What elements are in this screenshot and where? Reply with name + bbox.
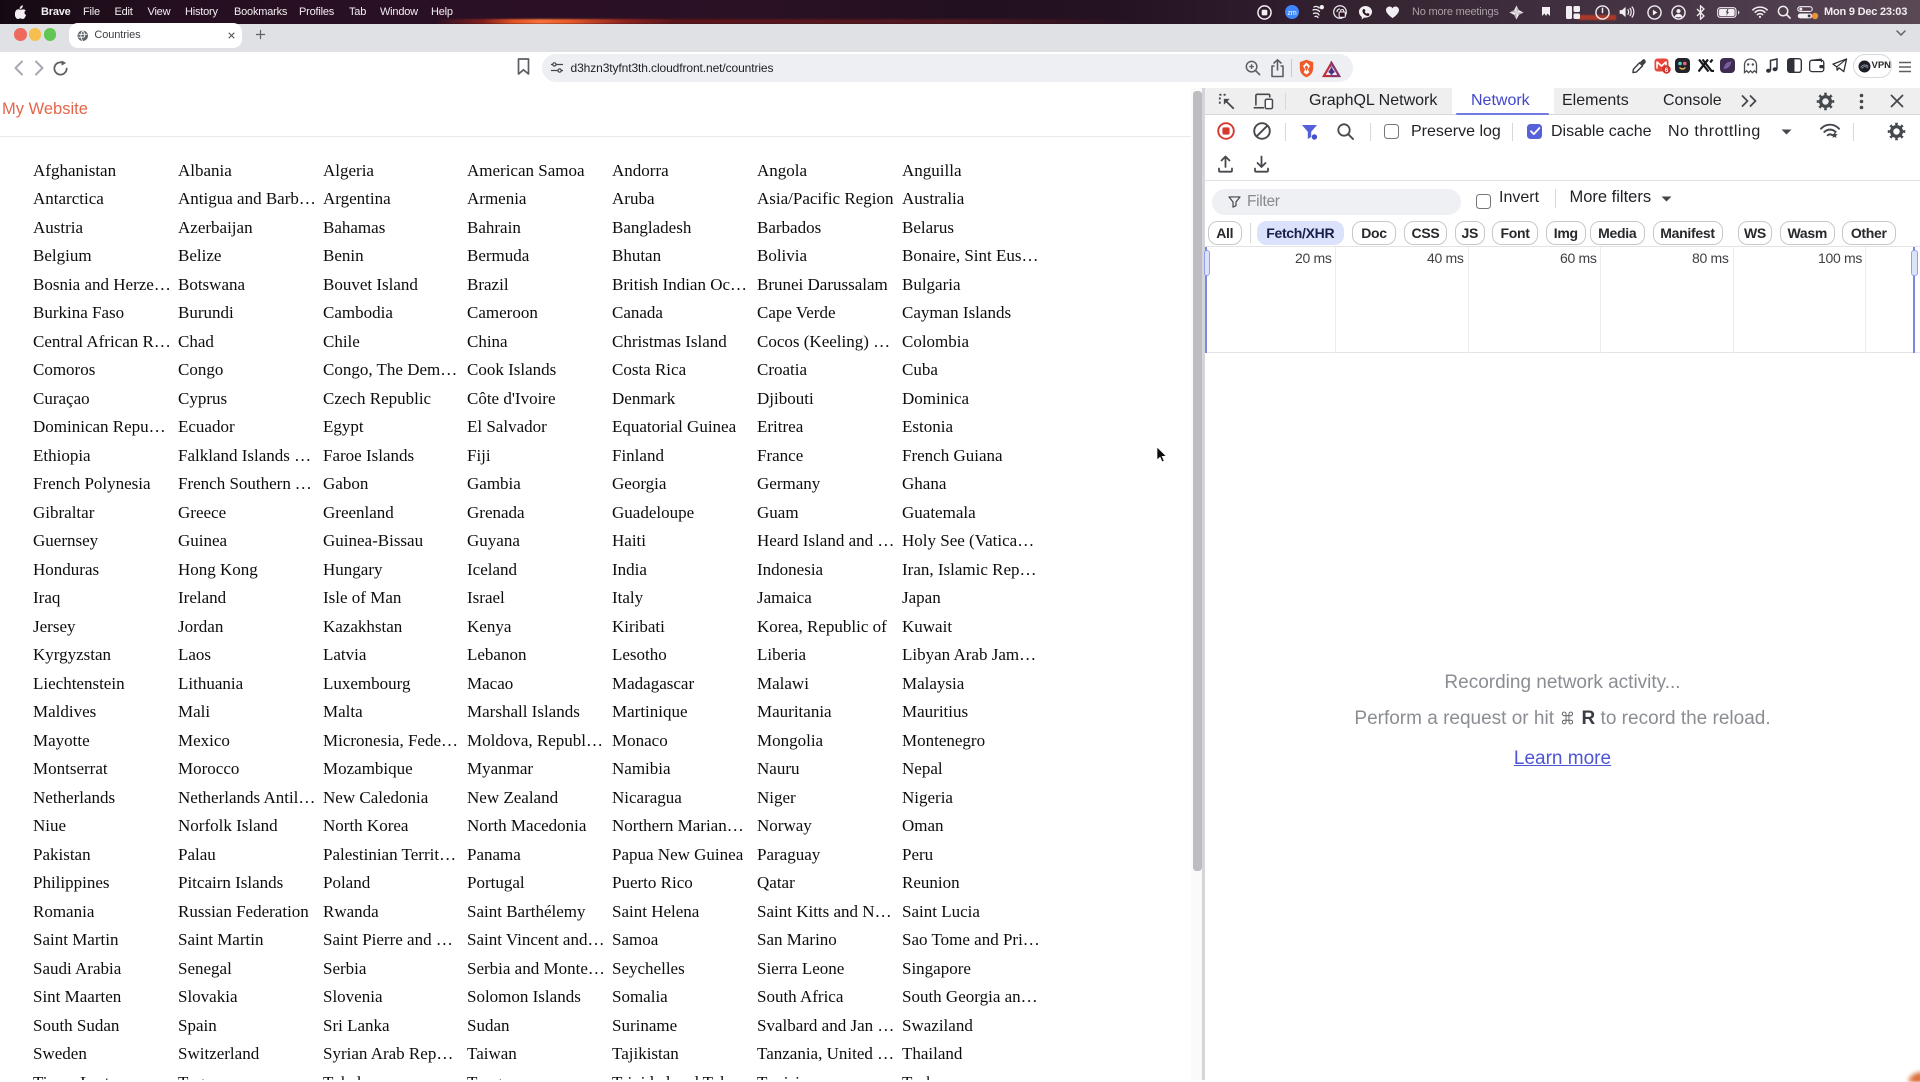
svg-text:6: 6 xyxy=(1664,67,1668,74)
svg-text:zm: zm xyxy=(1287,10,1297,17)
